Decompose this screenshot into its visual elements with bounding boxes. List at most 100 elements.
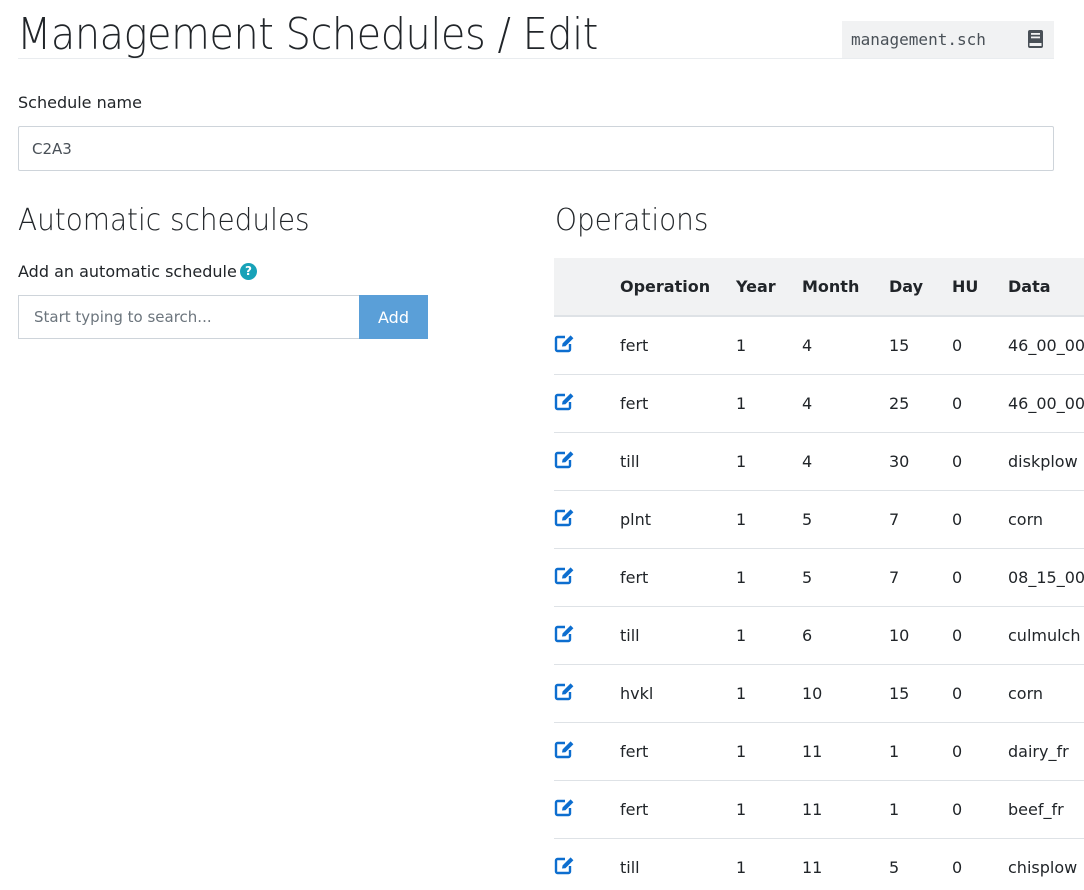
table-row: hvkl 1 10 15 0 corn [554,664,1084,723]
cell-year: 1 [736,606,802,665]
edit-cell [554,722,620,781]
question-circle-icon[interactable]: ? [240,263,257,280]
column-header-hu: HU [952,258,1008,317]
edit-icon[interactable] [554,334,575,357]
cell-month: 5 [802,548,889,607]
column-header-day: Day [889,258,952,317]
cell-hu: 0 [952,548,1008,607]
cell-day: 25 [889,374,952,433]
cell-day: 15 [889,664,952,723]
schedule-name-input[interactable] [18,126,1054,171]
cell-year: 1 [736,316,802,375]
cell-operation: fert [620,374,736,433]
cell-month: 6 [802,606,889,665]
cell-year: 1 [736,548,802,607]
table-row: fert 1 4 25 0 46_00_00 [554,374,1084,433]
cell-year: 1 [736,490,802,549]
cell-hu: 0 [952,374,1008,433]
edit-cell [554,780,620,839]
edit-cell [554,316,620,375]
cell-year: 1 [736,432,802,491]
column-header-edit [554,258,620,317]
table-row: till 1 11 5 0 chisplow [554,838,1084,890]
cell-year: 1 [736,374,802,433]
table-row: plnt 1 5 7 0 corn [554,490,1084,549]
cell-month: 4 [802,374,889,433]
cell-data: corn [1008,664,1084,723]
table-row: fert 1 11 1 0 dairy_fr [554,722,1084,781]
cell-day: 1 [889,722,952,781]
edit-icon[interactable] [554,566,575,589]
table-header-row: Operation Year Month Day HU Data [554,258,1084,317]
edit-cell [554,606,620,665]
title-divider [18,58,1054,59]
page: Management Schedules / Edit management.s… [0,0,1084,890]
cell-day: 5 [889,838,952,890]
table-row: fert 1 4 15 0 46_00_00 [554,316,1084,375]
cell-data: culmulch [1008,606,1084,665]
column-header-data: Data [1008,258,1084,317]
edit-icon[interactable] [554,508,575,531]
file-name: management.sch [851,30,986,49]
edit-icon[interactable] [554,624,575,647]
cell-data: 08_15_00 [1008,548,1084,607]
cell-year: 1 [736,664,802,723]
edit-icon[interactable] [554,392,575,415]
edit-cell [554,490,620,549]
cell-data: diskplow [1008,432,1084,491]
edit-cell [554,432,620,491]
cell-operation: till [620,432,736,491]
cell-operation: plnt [620,490,736,549]
automatic-schedule-search-input[interactable] [18,295,360,339]
edit-icon[interactable] [554,682,575,705]
automatic-schedules-title: Automatic schedules [18,203,310,238]
operations-title: Operations [555,203,709,238]
cell-month: 4 [802,432,889,491]
page-title: Management Schedules / Edit [17,9,598,60]
cell-data: corn [1008,490,1084,549]
cell-month: 5 [802,490,889,549]
cell-data: beef_fr [1008,780,1084,839]
cell-operation: fert [620,316,736,375]
cell-operation: fert [620,722,736,781]
cell-hu: 0 [952,432,1008,491]
cell-hu: 0 [952,722,1008,781]
cell-year: 1 [736,722,802,781]
cell-day: 1 [889,780,952,839]
operations-table: Operation Year Month Day HU Data fert 1 4 1… [554,258,1084,890]
table-row: fert 1 11 1 0 beef_fr [554,780,1084,839]
edit-icon[interactable] [554,798,575,821]
edit-icon[interactable] [554,856,575,879]
edit-cell [554,548,620,607]
file-badge: management.sch [842,21,1054,58]
cell-month: 4 [802,316,889,375]
cell-month: 11 [802,780,889,839]
edit-cell [554,664,620,723]
cell-year: 1 [736,780,802,839]
cell-operation: till [620,606,736,665]
add-button[interactable]: Add [359,295,428,339]
cell-data: chisplow [1008,838,1084,890]
cell-operation: till [620,838,736,890]
cell-hu: 0 [952,664,1008,723]
cell-day: 7 [889,490,952,549]
edit-cell [554,838,620,890]
book-icon[interactable] [1027,29,1044,53]
table-row: till 1 4 30 0 diskplow [554,432,1084,491]
cell-hu: 0 [952,838,1008,890]
table-row: fert 1 5 7 0 08_15_00 [554,548,1084,607]
cell-month: 11 [802,838,889,890]
cell-hu: 0 [952,606,1008,665]
cell-day: 10 [889,606,952,665]
cell-hu: 0 [952,490,1008,549]
cell-data: 46_00_00 [1008,316,1084,375]
operations-table-container: Operation Year Month Day HU Data fert 1 4 1… [554,258,1084,890]
edit-icon[interactable] [554,740,575,763]
cell-hu: 0 [952,780,1008,839]
cell-data: 46_00_00 [1008,374,1084,433]
cell-year: 1 [736,838,802,890]
cell-day: 30 [889,432,952,491]
edit-icon[interactable] [554,450,575,473]
cell-month: 11 [802,722,889,781]
cell-day: 15 [889,316,952,375]
